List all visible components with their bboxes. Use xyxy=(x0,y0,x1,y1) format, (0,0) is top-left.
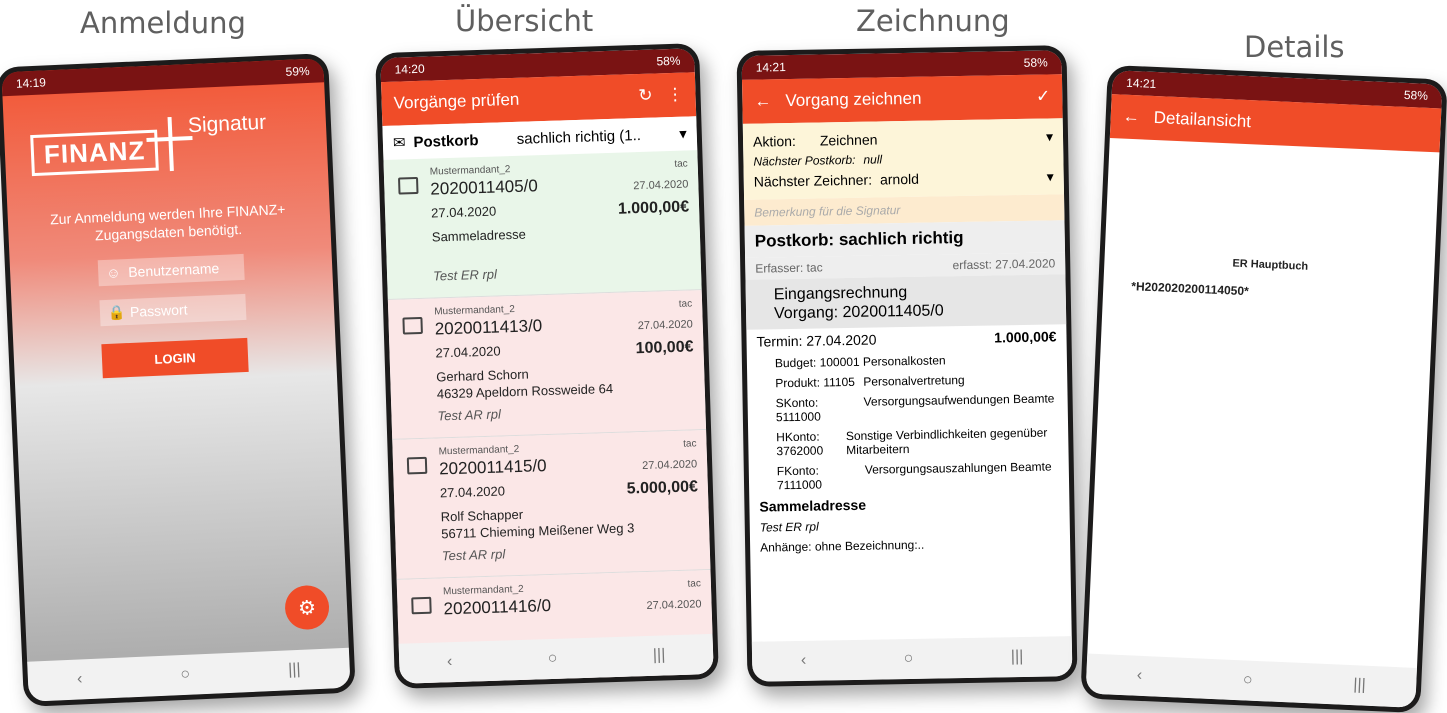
page-title: Detailansicht xyxy=(1153,107,1252,132)
home-icon[interactable]: ○ xyxy=(904,650,914,668)
document-icon xyxy=(402,316,423,335)
home-icon[interactable]: ○ xyxy=(548,650,558,668)
recents-icon[interactable]: ||| xyxy=(653,646,666,664)
document-preview[interactable]: ER Hauptbuch *H202020200114050* xyxy=(1106,160,1425,648)
list-item[interactable]: Mustermandant_2 tac 2020011415/0 27.04.2020… xyxy=(392,430,711,580)
nav-bar: ‹ ○ ||| xyxy=(27,647,351,702)
back-icon[interactable]: ‹ xyxy=(1136,667,1142,685)
user-icon: ☺ xyxy=(105,264,121,281)
next-signer-select[interactable]: Nächster Zeichner: arnold ▾ xyxy=(754,166,1054,191)
username-input[interactable]: ☺ Benutzername xyxy=(97,253,245,287)
more-icon[interactable]: ⋮ xyxy=(666,85,684,106)
phone-sign: 14:21 58% ← Vorgang zeichnen ✓ Aktion: Zeich… xyxy=(736,45,1078,687)
document-icon xyxy=(411,596,432,615)
caption-overview: Übersicht xyxy=(455,4,594,38)
home-icon[interactable]: ○ xyxy=(1242,671,1253,689)
page-title: Vorgang zeichnen xyxy=(785,88,922,111)
phone-details: 14:21 58% ← Detailansicht ER Hauptbuch *H2… xyxy=(1080,64,1447,713)
login-button[interactable]: LOGIN xyxy=(101,337,249,379)
refresh-icon[interactable]: ↻ xyxy=(638,86,653,106)
confirm-icon[interactable]: ✓ xyxy=(1036,86,1051,106)
finanz-signatur-logo: FINANZ Signatur xyxy=(29,106,290,187)
document-icon xyxy=(406,456,428,475)
back-icon[interactable]: ‹ xyxy=(77,670,83,688)
back-icon[interactable]: ‹ xyxy=(801,652,807,670)
gear-icon: ⚙ xyxy=(297,596,317,620)
back-arrow-icon[interactable]: ← xyxy=(754,91,771,111)
status-bar: 14:19 59% xyxy=(1,58,325,97)
recents-icon[interactable]: ||| xyxy=(288,661,301,680)
recents-icon[interactable]: ||| xyxy=(1353,676,1366,695)
attachments-select[interactable]: Anhänge: ohne Bezeichnung:.. xyxy=(750,532,1070,558)
home-icon[interactable]: ○ xyxy=(180,666,190,684)
list-item[interactable]: Mustermandant_2 tac 2020011413/0 27.04.2020… xyxy=(387,290,707,440)
phone-overview: 14:20 58% Vorgänge prüfen ↻ ⋮ ✉ Postkorb sach… xyxy=(375,43,719,689)
password-input[interactable]: 🔒 Passwort xyxy=(99,293,247,327)
list-item[interactable]: Mustermandant_2 tac 2020011405/0 27.04.2020… xyxy=(383,150,702,300)
caption-login: Anmeldung xyxy=(80,6,246,40)
login-info-text: Zur Anmeldung werden Ihre FINANZ+ Zugang… xyxy=(49,201,286,244)
caption-sign: Zeichnung xyxy=(856,4,1010,38)
settings-fab[interactable]: ⚙ xyxy=(284,584,330,631)
lock-icon: 🔒 xyxy=(107,304,126,321)
back-icon[interactable]: ‹ xyxy=(447,653,453,671)
recents-icon[interactable]: ||| xyxy=(1011,648,1024,666)
chevron-down-icon: ▾ xyxy=(678,125,688,143)
back-arrow-icon[interactable]: ← xyxy=(1122,107,1140,128)
document-heading: Eingangsrechnung Vorgang: 2020011405/0 xyxy=(745,274,1067,330)
document-icon xyxy=(398,176,419,195)
caption-details: Details xyxy=(1244,30,1345,64)
phone-login: 14:19 59% FINANZ Signatur Zur Anmeldung w… xyxy=(0,53,356,707)
action-panel: Aktion: Zeichnen ▾ Nächster Postkorb: null … xyxy=(742,118,1065,200)
mail-icon: ✉ xyxy=(392,134,406,152)
page-title: Vorgänge prüfen xyxy=(393,89,520,113)
